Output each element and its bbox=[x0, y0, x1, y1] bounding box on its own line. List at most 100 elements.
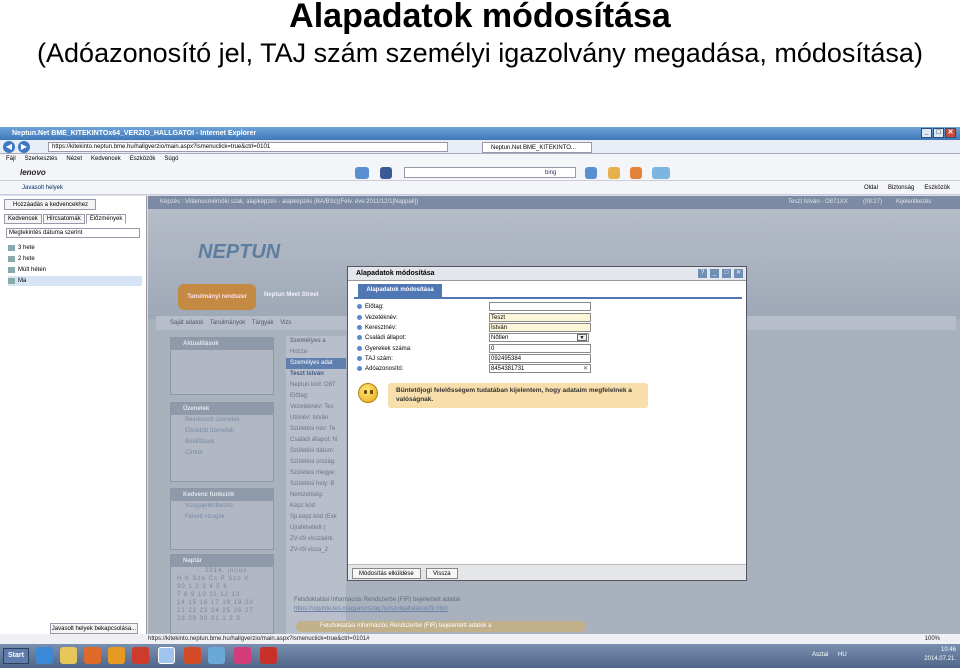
url-input[interactable]: https://kitekinto.neptun.bme.hu/hallgver… bbox=[48, 142, 448, 152]
menu-edit[interactable]: Szerkesztés bbox=[25, 154, 58, 165]
link-sent[interactable]: Elküldött üzenetek bbox=[171, 426, 273, 437]
menu-meet-street[interactable]: Neptun Meet Street bbox=[264, 292, 319, 298]
clock[interactable]: 10:46 2014.07.21. bbox=[924, 646, 956, 664]
maximize-button[interactable]: □ bbox=[933, 128, 944, 138]
subnav-exams[interactable]: Vizs bbox=[280, 320, 291, 326]
page-menu[interactable]: Oldal bbox=[864, 181, 878, 195]
history-item[interactable]: 3 hete bbox=[8, 243, 142, 253]
panel-line: Neptun kód: O87 bbox=[290, 382, 336, 388]
maximize-icon[interactable]: □ bbox=[722, 269, 731, 278]
history-item[interactable]: 2 hete bbox=[8, 254, 142, 264]
powerpoint-icon[interactable] bbox=[184, 647, 201, 664]
menu-bar: Fájl Szerkesztés Nézet Kedvencek Eszközö… bbox=[0, 154, 960, 165]
add-to-favorites-button[interactable]: Hozzáadás a kedvencekhez bbox=[4, 199, 96, 210]
link-inbox[interactable]: Beérkezett üzenetek bbox=[171, 415, 273, 426]
calendar-week[interactable]: 21 22 23 24 25 26 27 bbox=[171, 607, 273, 615]
logout-link[interactable]: Kijelentkezés bbox=[896, 196, 931, 209]
facebook-icon[interactable] bbox=[380, 167, 392, 179]
modify-dialog: Alapadatok módosítása ? _ □ ✕ Alapadatok… bbox=[347, 266, 747, 581]
tools-menu[interactable]: Eszközök bbox=[924, 181, 950, 195]
paint-icon[interactable] bbox=[208, 647, 225, 664]
weather-icon[interactable] bbox=[652, 167, 670, 179]
dialog-title: Alapadatok módosítása bbox=[348, 267, 746, 281]
outlook-icon[interactable] bbox=[108, 647, 125, 664]
subnav-studies[interactable]: Tanulmányok bbox=[210, 320, 245, 326]
lock-icon[interactable] bbox=[608, 167, 620, 179]
forward-arrow-icon[interactable]: ▶ bbox=[18, 141, 30, 153]
language-indicator[interactable]: HU bbox=[838, 652, 847, 658]
link-taken-exams[interactable]: Felvett vizsgák bbox=[171, 512, 273, 523]
desktop-label[interactable]: Asztal bbox=[812, 652, 828, 658]
calendar-week[interactable]: 28 29 30 31 1 2 3 bbox=[171, 615, 273, 623]
subnav-personal[interactable]: Saját adatok bbox=[170, 320, 203, 326]
menu-tanulmanyi-rendszer[interactable]: Tanulmányi rendszer bbox=[178, 284, 256, 310]
browser-tab[interactable]: Neptun.Net BME_KITEKINTO... bbox=[482, 142, 592, 153]
menu-view[interactable]: Nézet bbox=[66, 154, 82, 165]
ie-icon[interactable] bbox=[158, 647, 175, 664]
history-sort-select[interactable]: Megtekintés dátuma szerint bbox=[6, 228, 140, 238]
tab-alapadatok[interactable]: Alapadatok módosítása bbox=[358, 284, 442, 297]
folder-icon[interactable] bbox=[60, 647, 77, 664]
box-aktualitasok-title: Aktualitások bbox=[171, 338, 273, 350]
menu-help[interactable]: Súgó bbox=[164, 154, 178, 165]
prefix-input[interactable] bbox=[489, 302, 591, 311]
chevron-down-icon[interactable]: ▼ bbox=[577, 334, 587, 341]
mail-icon[interactable] bbox=[355, 167, 369, 179]
minimize-icon[interactable]: _ bbox=[710, 269, 719, 278]
start-button[interactable]: Start bbox=[3, 648, 29, 664]
like-icon[interactable] bbox=[585, 167, 597, 179]
lastname-input[interactable]: Teszt bbox=[489, 313, 591, 322]
calendar-week[interactable]: 30 1 2 3 4 5 6 bbox=[171, 583, 273, 591]
marital-select[interactable]: Nőtlen ▼ bbox=[489, 333, 589, 342]
back-arrow-icon[interactable]: ◀ bbox=[3, 141, 15, 153]
taj-input[interactable]: 092495384 bbox=[489, 354, 591, 363]
link-directory[interactable]: Címtár bbox=[171, 448, 273, 459]
lastname-label: Vezetéknév: bbox=[357, 313, 398, 323]
tab-favorites[interactable]: Kedvencek bbox=[4, 214, 42, 224]
close-button[interactable]: ✕ bbox=[945, 128, 956, 138]
calendar-week[interactable]: 14 15 16 17 18 19 20 bbox=[171, 599, 273, 607]
personal-data-panel: Személyes a Hozza Személyes adat Teszt I… bbox=[286, 336, 346, 636]
firstname-input[interactable]: István bbox=[489, 323, 591, 332]
minimize-button[interactable]: _ bbox=[921, 128, 932, 138]
field-row-prefix: Előtag: bbox=[357, 302, 737, 312]
pdf-icon[interactable] bbox=[260, 647, 277, 664]
tab-history[interactable]: Előzmények bbox=[85, 214, 127, 224]
link-exam-registration[interactable]: Vizsgajelentkezés bbox=[171, 501, 273, 512]
panel-crumb[interactable]: Hozza bbox=[286, 347, 346, 358]
tax-input[interactable]: 8454381731 ✕ bbox=[489, 364, 591, 373]
chrome-icon[interactable] bbox=[36, 647, 53, 664]
tab-feeds[interactable]: Hírcsatornák bbox=[42, 214, 85, 224]
menu-favorites[interactable]: Kedvencek bbox=[91, 154, 121, 165]
close-icon[interactable]: ✕ bbox=[734, 269, 743, 278]
panel-line: Családi állapot: N bbox=[290, 437, 338, 443]
zoom-level[interactable]: 100% bbox=[925, 634, 940, 644]
menu-file[interactable]: Fájl bbox=[6, 154, 16, 165]
star-icon[interactable] bbox=[630, 167, 642, 179]
suggested-sites-button[interactable]: Javasolt helyek bekapcsolása... bbox=[50, 623, 138, 634]
back-button[interactable]: Vissza bbox=[426, 568, 458, 579]
media-icon[interactable] bbox=[132, 647, 149, 664]
fir-info: Felsőoktatási Információs Rendszerbe (FI… bbox=[294, 596, 460, 614]
children-input[interactable]: 0 bbox=[489, 344, 591, 353]
window-title: Neptun.Net BME_KITEKINTOx64_VERZIO_HALLG… bbox=[12, 130, 257, 137]
history-item[interactable]: Ma bbox=[8, 276, 142, 286]
field-row-lastname: Vezetéknév: Teszt bbox=[357, 313, 737, 323]
fir-section-bar[interactable]: Felsőoktatási Információs Rendszerbe (FI… bbox=[296, 621, 586, 632]
firefox-icon[interactable] bbox=[84, 647, 101, 664]
fir-link[interactable]: https://ugyintezes.magyarorszag.hu/szolg… bbox=[294, 606, 448, 612]
panel-tab-button[interactable]: Személyes adat bbox=[286, 358, 346, 369]
bing-search-input[interactable]: bing bbox=[404, 167, 576, 178]
help-icon[interactable]: ? bbox=[698, 269, 707, 278]
clear-icon[interactable]: ✕ bbox=[583, 365, 588, 373]
submit-changes-button[interactable]: Módosítás elküldése bbox=[352, 568, 421, 579]
link-settings[interactable]: Beállítások bbox=[171, 437, 273, 448]
subnav-subjects[interactable]: Tárgyak bbox=[252, 320, 274, 326]
slide-subtitle: (Adóazonosító jel, TAJ szám személyi iga… bbox=[37, 38, 923, 68]
calendar-week[interactable]: 7 8 9 10 11 12 13 bbox=[171, 591, 273, 599]
menu-tools[interactable]: Eszközök bbox=[130, 154, 156, 165]
suggested-sites-link[interactable]: Javasolt helyek bbox=[22, 181, 63, 195]
heart-icon[interactable] bbox=[234, 647, 251, 664]
safety-menu[interactable]: Biztonság bbox=[888, 181, 914, 195]
history-item[interactable]: Múlt héten bbox=[8, 265, 142, 275]
